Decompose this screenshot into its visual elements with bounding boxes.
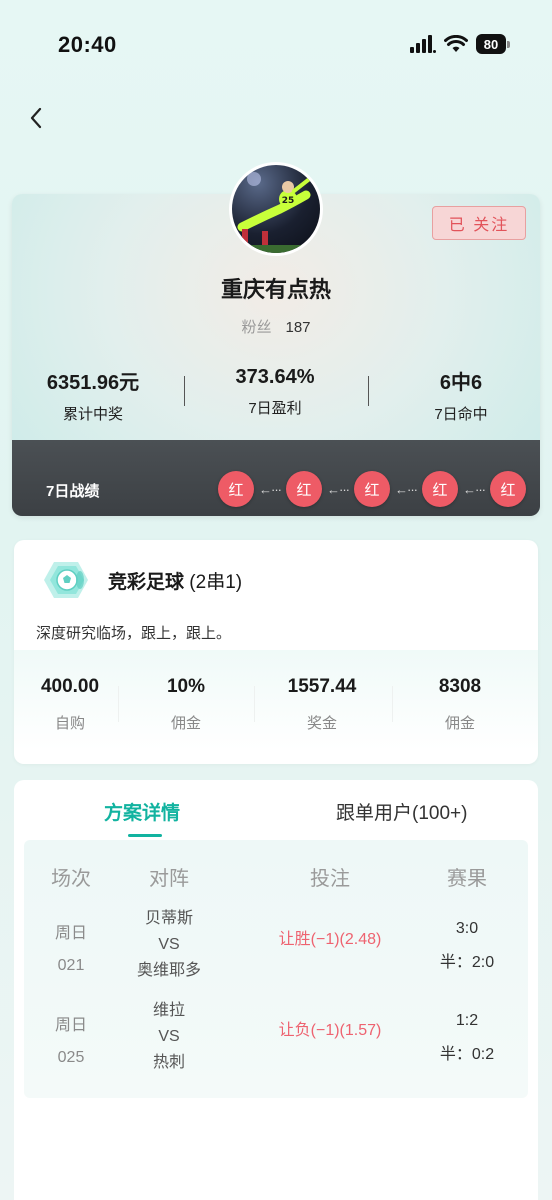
pstat-prize: 1557.44 奖金: [262, 676, 382, 733]
table-row-round: 周日 021: [26, 918, 116, 982]
status-time: 20:40: [58, 32, 117, 57]
pstat-self-bought: 400.00 自购: [10, 676, 130, 733]
pstat-commission-amount: 8308 佣金: [400, 676, 520, 733]
divider: [392, 686, 393, 722]
match-table: 场次 对阵 投注 赛果 周日 021 贝蒂斯 VS 奥维耶多 让胜(−1)(2.…: [24, 840, 528, 1098]
half-time-score: 半：2:0: [439, 954, 495, 971]
wifi-icon: [444, 35, 468, 52]
arrow-left-icon: ←···: [463, 481, 486, 497]
record-items: 红 ←··· 红 ←··· 红 ←··· 红 ←··· 红: [218, 471, 526, 507]
divider: [118, 686, 119, 722]
col-header-bet: 投注: [310, 868, 350, 890]
table-row-match: 维拉 VS 热刺: [114, 998, 224, 1076]
record-label: 7日战绩: [46, 483, 100, 500]
pstat-value: 10%: [166, 676, 206, 697]
pstat-value: 400.00: [40, 676, 100, 697]
record-result-badge: 红: [490, 471, 526, 507]
vs-label: VS: [158, 1028, 180, 1045]
stat-label: 累计中奖: [62, 406, 123, 423]
vs-label: VS: [158, 936, 180, 953]
stat-label: 7日盈利: [248, 400, 302, 417]
fans-info: 粉丝 187: [12, 316, 540, 337]
round-number: 025: [57, 1049, 85, 1066]
battery-icon: 80: [476, 34, 510, 54]
arrow-left-icon: ←···: [259, 481, 282, 497]
divider: [254, 686, 255, 722]
divider: [184, 376, 185, 406]
half-time-score: 半：0:2: [439, 1046, 495, 1063]
table-row-bet: 让负(−1)(1.57): [278, 1022, 382, 1039]
table-row-bet: 让胜(−1)(2.48): [278, 931, 382, 948]
chevron-left-icon: [30, 107, 42, 129]
col-header-result: 赛果: [447, 868, 487, 890]
pstat-label: 佣金: [444, 715, 475, 732]
col-header-round: 场次: [51, 868, 91, 890]
record-result-badge: 红: [354, 471, 390, 507]
follow-button[interactable]: 已 关注: [432, 206, 526, 240]
back-button[interactable]: [18, 100, 54, 136]
tab-plan-details[interactable]: 方案详情: [104, 798, 180, 825]
full-time-score: 3:0: [455, 920, 479, 937]
record-result-badge: 红: [286, 471, 322, 507]
stat-value: 6中6: [439, 372, 483, 394]
plan-description: 深度研究临场，跟上，跟上。: [36, 625, 232, 642]
stat-value: 6351.96元: [46, 372, 140, 394]
fans-count: 187: [285, 319, 311, 336]
round-day: 周日: [54, 1017, 87, 1034]
plan-stats: 400.00 自购 10% 佣金 1557.44 奖金 8308 佣金: [14, 650, 538, 750]
round-day: 周日: [54, 925, 87, 942]
stat-value: 373.64%: [235, 366, 315, 388]
away-team: 热刺: [152, 1054, 185, 1071]
away-team: 奥维耶多: [136, 962, 201, 979]
fans-label: 粉丝: [241, 319, 272, 336]
table-row-round: 周日 025: [26, 1010, 116, 1074]
stat-total-winnings: 6351.96元 累计中奖: [12, 366, 178, 424]
pstat-commission-rate: 10% 佣金: [126, 676, 246, 733]
round-number: 021: [57, 957, 85, 974]
stat-label: 7日命中: [434, 406, 488, 423]
status-icons: 80: [410, 34, 510, 54]
stat-7day-profit: 373.64% 7日盈利: [190, 366, 360, 418]
plan-play-type: (2串1): [189, 572, 243, 593]
home-team: 贝蒂斯: [144, 910, 193, 927]
record-result-badge: 红: [218, 471, 254, 507]
football-icon: [44, 562, 88, 598]
plan-title: 竞彩足球 (2串1): [108, 567, 242, 594]
svg-text:25: 25: [282, 196, 295, 206]
pstat-value: 1557.44: [287, 676, 357, 697]
col-header-match: 对阵: [149, 868, 189, 890]
full-time-score: 1:2: [455, 1012, 479, 1029]
table-row-result: 1:2 半：0:2: [422, 1004, 512, 1072]
stat-7day-hit: 6中6 7日命中: [376, 366, 540, 424]
signal-icon: [410, 35, 436, 53]
tab-indicator: [128, 834, 162, 837]
home-team: 维拉: [152, 1002, 185, 1019]
tab-followers[interactable]: 跟单用户(100+): [336, 798, 467, 825]
pstat-label: 奖金: [306, 715, 337, 732]
record-bar: 7日战绩 红 ←··· 红 ←··· 红 ←··· 红 ←··· 红: [12, 440, 540, 516]
profile-stats: 6351.96元 累计中奖 373.64% 7日盈利 6中6 7日命中: [12, 366, 540, 426]
status-bar: 20:40 80: [0, 0, 552, 90]
plan-card: 竞彩足球 (2串1) 深度研究临场，跟上，跟上。 400.00 自购 10% 佣…: [14, 540, 538, 764]
record-result-badge: 红: [422, 471, 458, 507]
arrow-left-icon: ←···: [395, 481, 418, 497]
pstat-label: 自购: [54, 715, 85, 732]
avatar[interactable]: 25: [229, 162, 323, 256]
divider: [368, 376, 369, 406]
table-row-match: 贝蒂斯 VS 奥维耶多: [114, 906, 224, 984]
goalkeeper-photo-icon: 25: [232, 172, 320, 253]
plan-game-type: 竞彩足球: [108, 572, 185, 593]
battery-level: 80: [476, 34, 506, 54]
table-row-result: 3:0 半：2:0: [422, 912, 512, 980]
arrow-left-icon: ←···: [327, 481, 350, 497]
pstat-value: 8308: [438, 676, 482, 697]
pstat-label: 佣金: [170, 715, 201, 732]
detail-card: 方案详情 跟单用户(100+) 场次 对阵 投注 赛果 周日 021 贝蒂斯 V…: [14, 780, 538, 1200]
username: 重庆有点热: [220, 277, 331, 302]
